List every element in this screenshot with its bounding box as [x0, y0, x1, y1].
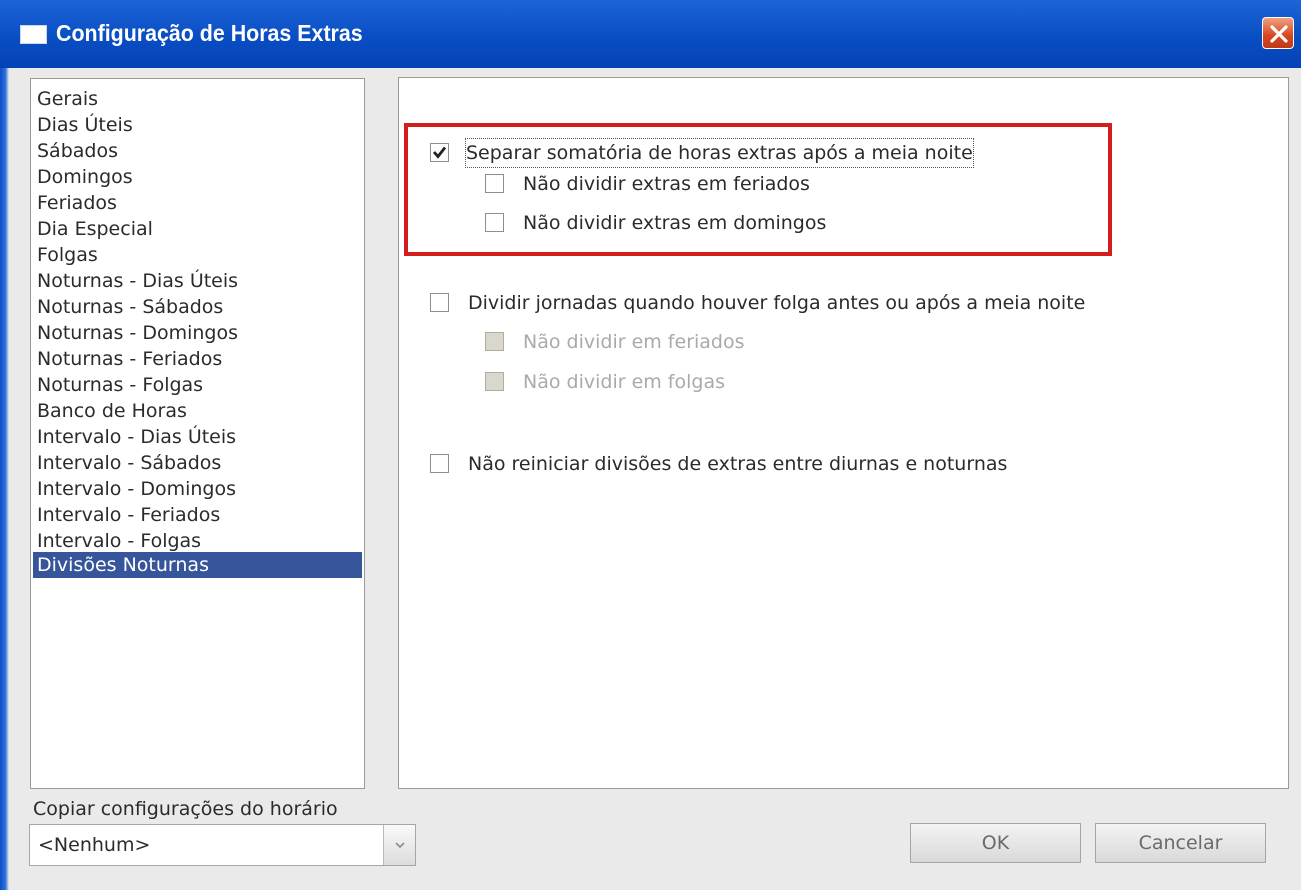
option-dividir-jornadas[interactable]: Dividir jornadas quando houver folga ant… [430, 289, 1230, 317]
dividir-folgas-label: Não dividir em folgas [523, 371, 726, 393]
list-item-intervalo-domingos[interactable]: Intervalo - Domingos [33, 476, 362, 502]
option-dividir-feriados[interactable]: Não dividir em feriados [485, 328, 905, 356]
list-item-noturnas-feriados[interactable]: Noturnas - Feriados [33, 346, 362, 372]
list-item-noturnas-dias-uteis[interactable]: Noturnas - Dias Úteis [33, 268, 362, 294]
copy-settings-label: Copiar configurações do horário [33, 798, 338, 820]
option-nao-reiniciar[interactable]: Não reiniciar divisões de extras entre d… [430, 450, 1150, 478]
list-item-intervalo-dias-uteis[interactable]: Intervalo - Dias Úteis [33, 424, 362, 450]
list-item-banco-de-horas[interactable]: Banco de Horas [33, 398, 362, 424]
dividir-label: Dividir jornadas quando houver folga ant… [468, 292, 1086, 314]
list-item-folgas[interactable]: Folgas [33, 242, 362, 268]
list-item-dia-especial[interactable]: Dia Especial [33, 216, 362, 242]
schedule-combobox[interactable]: <Nenhum> [29, 824, 416, 866]
dividir-folgas-checkbox[interactable] [485, 372, 504, 391]
window-title: Configuração de Horas Extras [56, 20, 363, 46]
list-item-intervalo-folgas[interactable]: Intervalo - Folgas [33, 528, 362, 554]
dividir-feriados-checkbox[interactable] [485, 332, 504, 351]
window-icon [20, 25, 47, 44]
list-item-feriados[interactable]: Feriados [33, 190, 362, 216]
list-item-noturnas-sabados[interactable]: Noturnas - Sábados [33, 294, 362, 320]
list-item-gerais[interactable]: Gerais [33, 86, 362, 112]
ok-button[interactable]: OK [910, 823, 1081, 863]
list-item-sabados[interactable]: Sábados [33, 138, 362, 164]
nao-reiniciar-label: Não reiniciar divisões de extras entre d… [468, 453, 1008, 475]
close-button[interactable] [1262, 17, 1294, 49]
dialog-window: Configuração de Horas Extras Gerais Dias… [0, 0, 1301, 890]
dividir-checkbox[interactable] [430, 293, 449, 312]
list-item-domingos[interactable]: Domingos [33, 164, 362, 190]
chevron-down-icon [395, 842, 405, 849]
list-item-divisoes-noturnas[interactable]: Divisões Noturnas [33, 552, 362, 578]
combo-selected-value: <Nenhum> [38, 834, 151, 856]
option-dividir-folgas[interactable]: Não dividir em folgas [485, 368, 905, 396]
title-bar[interactable]: Configuração de Horas Extras [0, 0, 1301, 68]
category-list[interactable]: Gerais Dias Úteis Sábados Domingos Feria… [30, 78, 365, 789]
list-item-intervalo-feriados[interactable]: Intervalo - Feriados [33, 502, 362, 528]
close-icon [1270, 25, 1288, 43]
list-item-noturnas-domingos[interactable]: Noturnas - Domingos [33, 320, 362, 346]
list-item-intervalo-sabados[interactable]: Intervalo - Sábados [33, 450, 362, 476]
dividir-feriados-label: Não dividir em feriados [523, 331, 745, 353]
window-border [0, 68, 9, 890]
list-item-dias-uteis[interactable]: Dias Úteis [33, 112, 362, 138]
red-highlight-frame [404, 123, 1112, 256]
combo-dropdown-button[interactable] [383, 825, 415, 865]
list-item-noturnas-folgas[interactable]: Noturnas - Folgas [33, 372, 362, 398]
cancel-button[interactable]: Cancelar [1095, 823, 1266, 863]
nao-reiniciar-checkbox[interactable] [430, 454, 449, 473]
